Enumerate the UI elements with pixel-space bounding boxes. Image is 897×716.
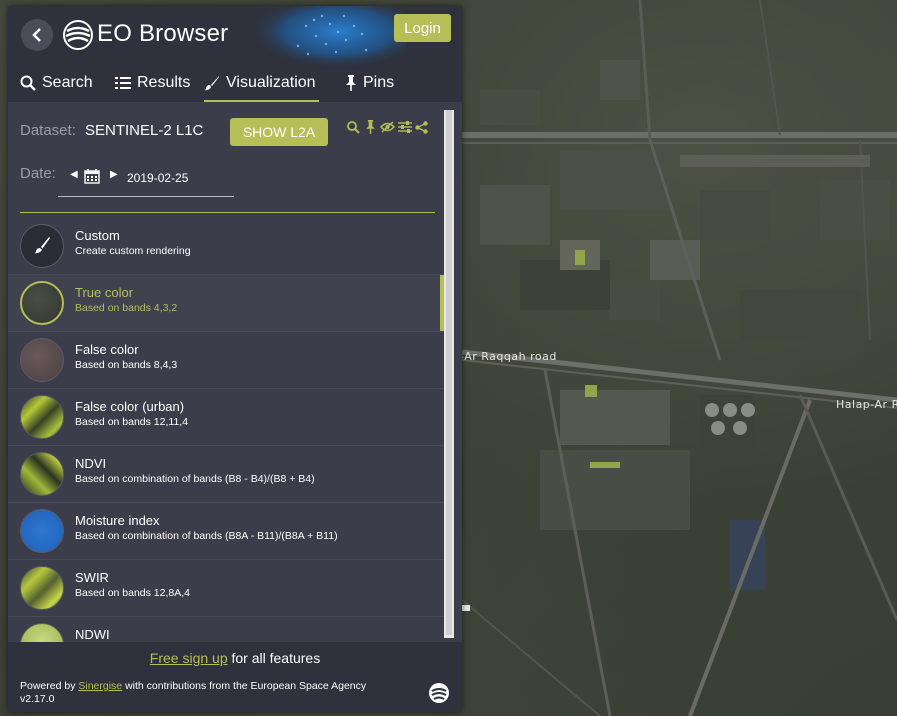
road-label: -Ar Raqqah road (460, 350, 557, 363)
esa-logo-icon (429, 683, 449, 703)
layer-description: Based on combination of bands (B8A - B11… (75, 530, 338, 542)
previous-date-button[interactable]: ◀ (70, 169, 78, 180)
layer-item-false-color-urban[interactable]: False color (urban) Based on bands 12,11… (8, 389, 444, 446)
layer-description: Create custom rendering (75, 245, 191, 257)
ndwi-thumbnail (20, 623, 64, 642)
sidebar-panel: EO Browser Login Search Results Visualiz… (8, 6, 462, 712)
signup-prompt: Free sign up for all features (8, 650, 462, 666)
layer-item-custom[interactable]: Custom Create custom rendering (8, 218, 444, 275)
layer-name: False color (urban) (75, 399, 185, 414)
chevron-left-icon (32, 28, 41, 42)
powered-by-text: Powered by Sinergise with contributions … (20, 680, 366, 706)
date-underline (58, 196, 234, 197)
zoom-search-icon[interactable] (346, 119, 361, 135)
date-input[interactable]: 2019-02-25 (127, 171, 188, 185)
visualization-panel: Dataset: SENTINEL-2 L1C SHOW L2A Date: ◀ (8, 102, 462, 642)
layer-name: False color (75, 342, 139, 357)
date-label: Date: (20, 165, 56, 182)
false-color-thumbnail (20, 338, 64, 382)
show-l2a-button[interactable]: SHOW L2A (230, 118, 328, 146)
layer-name: True color (75, 285, 134, 300)
scrollbar-thumb[interactable] (446, 110, 452, 635)
calendar-icon[interactable] (84, 168, 100, 189)
panel-header: EO Browser Login Search Results Visualiz… (8, 6, 462, 102)
panel-footer: Free sign up for all features Powered by… (8, 642, 462, 712)
list-icon (115, 76, 131, 90)
sliders-icon[interactable] (397, 119, 412, 135)
sinergise-link[interactable]: Sinergise (78, 680, 122, 692)
main-tabs: Search Results Visualization Pins (8, 66, 462, 102)
custom-brush-thumbnail (20, 224, 64, 268)
layer-description: Based on bands 12,8A,4 (75, 587, 191, 599)
layer-item-ndvi[interactable]: NDVI Based on combination of bands (B8 -… (8, 446, 444, 503)
powered-suffix: with contributions from the European Spa… (122, 680, 367, 692)
pin-icon (345, 75, 357, 91)
dataset-value: SENTINEL-2 L1C (85, 122, 204, 139)
layer-description: Based on bands 12,11,4 (75, 416, 189, 428)
tab-label: Visualization (226, 74, 316, 91)
layer-tools (346, 119, 429, 135)
road-label: Halap-Ar Raqq (836, 398, 897, 411)
layer-item-false-color[interactable]: False color Based on bands 8,4,3 (8, 332, 444, 389)
layer-name: NDVI (75, 456, 107, 471)
eo-browser-logo-icon (63, 20, 93, 50)
tab-search[interactable]: Search (20, 66, 93, 100)
signup-text: for all features (227, 650, 321, 666)
layer-name: Custom (75, 228, 120, 243)
header-globe-art (256, 6, 406, 70)
layer-list: Custom Create custom rendering True colo… (8, 218, 444, 642)
powered-prefix: Powered by (20, 680, 79, 692)
divider (20, 212, 435, 213)
moisture-index-thumbnail (20, 509, 64, 553)
tab-visualization[interactable]: Visualization (204, 66, 319, 102)
free-signup-link[interactable]: Free sign up (150, 650, 228, 666)
true-color-thumbnail (20, 281, 64, 325)
tab-label: Search (42, 74, 93, 91)
layer-item-ndwi[interactable]: NDWI (8, 617, 444, 642)
layer-item-swir[interactable]: SWIR Based on bands 12,8A,4 (8, 560, 444, 617)
layer-name: SWIR (75, 570, 109, 585)
layer-item-true-color[interactable]: True color Based on bands 4,3,2 (8, 275, 444, 332)
tab-pins[interactable]: Pins (345, 66, 394, 100)
tab-label: Pins (363, 74, 395, 91)
search-icon (20, 75, 36, 91)
pin-icon[interactable] (363, 119, 378, 135)
tab-label: Results (137, 74, 191, 91)
app-title: EO Browser (97, 20, 229, 47)
share-icon[interactable] (414, 119, 429, 135)
ndvi-thumbnail (20, 452, 64, 496)
eye-slash-icon[interactable] (380, 119, 395, 135)
next-date-button[interactable]: ▶ (110, 169, 118, 180)
back-button[interactable] (21, 19, 53, 51)
dataset-label: Dataset: (20, 122, 76, 139)
layer-description: Based on combination of bands (B8 - B4)/… (75, 473, 315, 485)
layer-name: NDWI (75, 627, 110, 642)
brush-icon (204, 75, 220, 91)
swir-thumbnail (20, 566, 64, 610)
false-color-urban-thumbnail (20, 395, 64, 439)
layer-description: Based on bands 8,4,3 (75, 359, 178, 371)
login-button[interactable]: Login (394, 14, 451, 42)
version-text: v2.17.0 (20, 693, 55, 705)
layer-item-moisture-index[interactable]: Moisture index Based on combination of b… (8, 503, 444, 560)
layer-name: Moisture index (75, 513, 160, 528)
tab-results[interactable]: Results (115, 66, 190, 100)
layer-description: Based on bands 4,3,2 (75, 302, 178, 314)
